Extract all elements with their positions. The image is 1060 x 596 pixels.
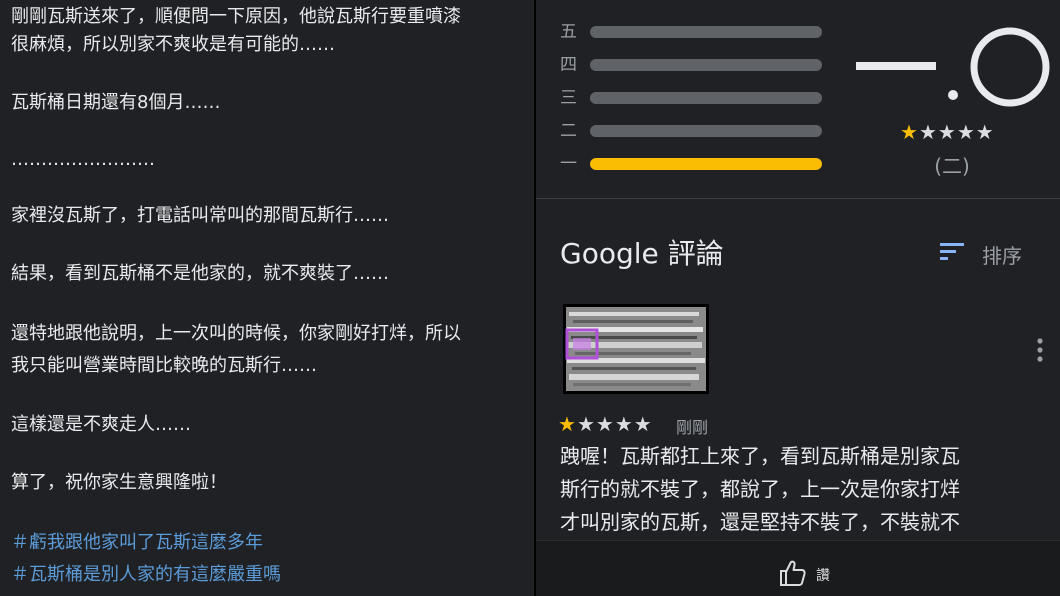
rating-bar-row: 四 [560,53,860,77]
review-timestamp: 剛剛 [676,418,709,437]
rating-bar-track [590,26,822,38]
score-zero-digit [970,27,1050,107]
review-count: (二) [934,154,970,178]
review-action-bar: 讚 [536,540,1060,596]
star-empty-icon: ★ [918,120,938,144]
star-empty-icon: ★ [633,412,653,436]
rating-bar-track [590,158,822,170]
rating-bar-label: 三 [560,88,577,108]
star-empty-icon: ★ [595,412,615,436]
post-text-line: 這樣還是不爽走人…… [11,414,191,435]
rating-bar-track [590,59,822,71]
more-vert-icon[interactable] [1032,336,1048,366]
reviewer-avatar[interactable] [563,304,709,394]
post-text-line: 很麻煩，所以別家不爽收是有可能的…… [11,34,335,55]
post-text-line: 算了，祝你家生意興隆啦！ [11,472,227,493]
section-divider [536,198,1060,199]
score-dash [856,62,936,70]
review-text-line: 跩喔！瓦斯都扛上來了，看到瓦斯桶是別家瓦 [560,444,960,468]
hashtag-link[interactable]: ＃虧我跟他家叫了瓦斯這麼多年 [11,528,263,558]
obscured-avatar-image [565,307,706,391]
sort-icon [940,243,964,260]
rating-bar-label: 一 [560,154,577,174]
summary-star-rating: ★★★★★ [900,120,995,144]
post-panel: 剛剛瓦斯送來了，順便問一下原因，他說瓦斯行要重噴漆 很麻煩，所以別家不爽收是有可… [0,0,534,596]
review-text-line: 斯行的就不裝了，都說了，上一次是你家打烊 [560,477,960,501]
post-text-line: 我只能叫營業時間比較晚的瓦斯行…… [11,355,317,376]
post-text-line: 瓦斯桶日期還有8個月…… [11,92,221,113]
thumbs-up-icon [780,560,806,586]
rating-bar-row: 五 [560,20,860,44]
rating-score-graphic [856,27,1050,107]
rating-bar-track [590,125,822,137]
rating-bar-label: 五 [560,22,577,42]
rating-bar-row: 二 [560,119,860,143]
rating-bar-row: 三 [560,86,860,110]
like-button[interactable]: 讚 [776,559,846,589]
rating-bar-label: 四 [560,55,577,75]
post-text-line: 還特地跟他說明，上一次叫的時候，你家剛好打烊，所以 [11,323,461,344]
rating-bar-fill [590,158,822,170]
rating-bar-label: 二 [560,121,577,141]
review-panel: 五 四 三 二 一 ★★★★★ (二) Google 評論 排序 ★★★★★ 剛… [536,0,1060,596]
like-label: 讚 [816,568,830,584]
reviews-section-title: Google 評論 [560,237,724,270]
hashtag-link[interactable]: ＃瓦斯桶是別人家的有這麼嚴重嗎 [11,560,281,590]
post-text-line: 剛剛瓦斯送來了，順便問一下原因，他說瓦斯行要重噴漆 [11,6,461,27]
star-empty-icon: ★ [937,120,957,144]
star-empty-icon: ★ [576,412,596,436]
rating-bar-row: 一 [560,152,860,176]
star-filled-icon: ★ [900,120,919,144]
rating-bar-track [590,92,822,104]
review-text-line: 才叫別家的瓦斯，還是堅持不裝了，不裝就不 [560,510,960,534]
score-decimal-point [948,90,958,100]
star-filled-icon: ★ [558,412,577,436]
sort-button[interactable]: 排序 [926,230,1046,274]
sort-label: 排序 [982,244,1022,268]
post-text-line: …………………… [11,149,155,170]
post-text-line: 家裡沒瓦斯了，打電話叫常叫的那間瓦斯行…… [11,205,389,226]
star-empty-icon: ★ [956,120,976,144]
post-text-line: 結果，看到瓦斯桶不是他家的，就不爽裝了…… [11,263,389,284]
review-star-rating: ★★★★★ [558,412,653,436]
star-empty-icon: ★ [614,412,634,436]
star-empty-icon: ★ [975,120,995,144]
